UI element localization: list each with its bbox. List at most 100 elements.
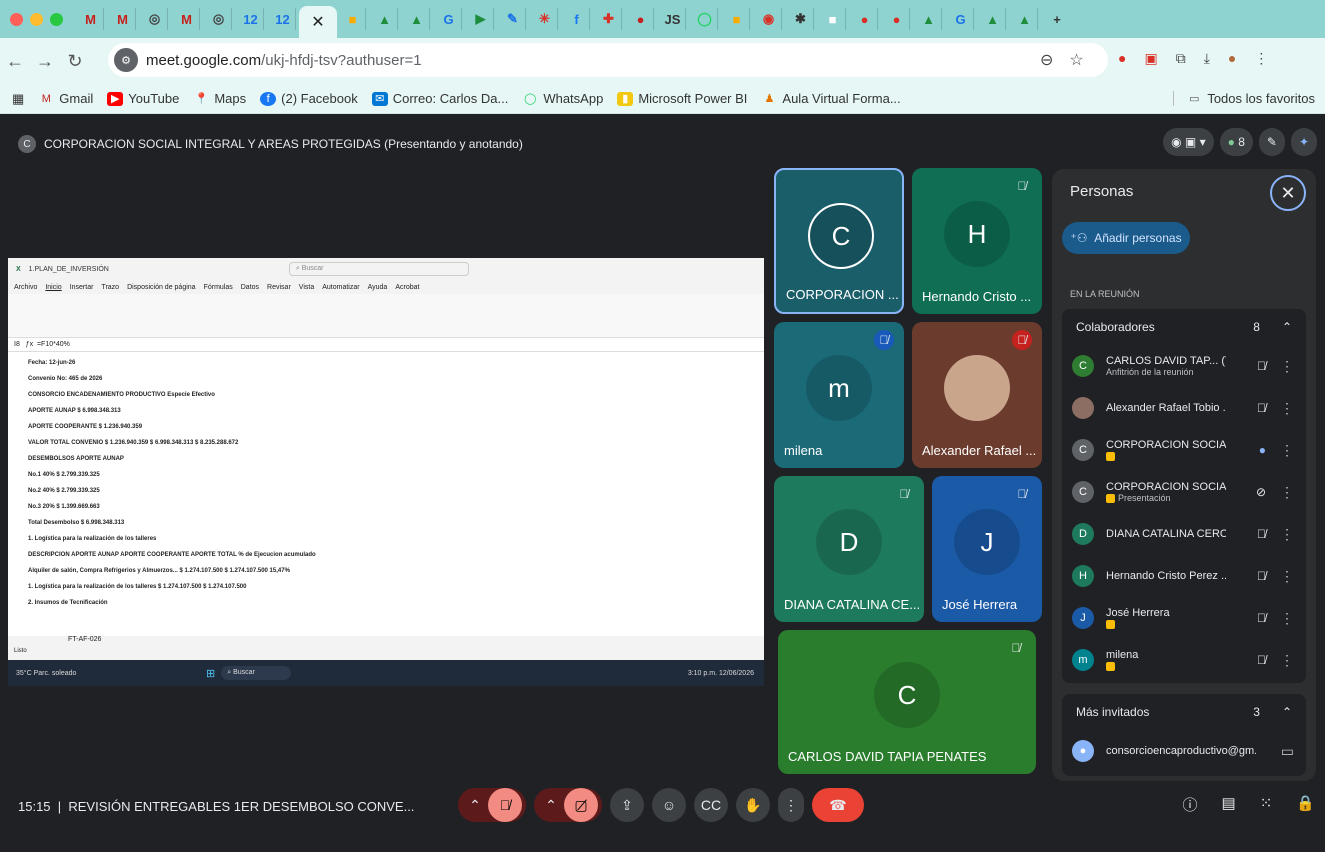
tab-5[interactable]: ◎: [206, 8, 232, 30]
tab-gmail[interactable]: M: [78, 8, 104, 30]
effects-button[interactable]: ✎: [1258, 128, 1285, 156]
more-options-button[interactable]: ⋮: [778, 788, 804, 822]
excel-search[interactable]: ⌕ Buscar: [288, 262, 469, 276]
guest-row[interactable]: ● consorcioencaproductivo@gm... ▭: [1062, 730, 1306, 772]
back-icon[interactable]: ←: [0, 51, 30, 72]
all-bookmarks[interactable]: ▭ Todos los favoritos: [1173, 91, 1315, 106]
sheet-tab[interactable]: FT-AF-026: [68, 636, 101, 643]
host-controls-icon[interactable]: 🔒: [1296, 794, 1315, 815]
tab-25[interactable]: ●: [852, 8, 878, 30]
bookmark-gmail[interactable]: M Gmail: [38, 91, 94, 106]
more-guests-header[interactable]: Más invitados 3 ⌃: [1062, 694, 1306, 730]
tab-24[interactable]: ■: [820, 8, 846, 30]
bookmark-powerbi[interactable]: ▮ Microsoft Power BI: [617, 91, 747, 106]
participants-indicator[interactable]: ● 8: [1219, 128, 1253, 156]
add-people-button[interactable]: ⁺⚇ Añadir personas: [1062, 222, 1190, 254]
url-bar[interactable]: ⚙ meet.google.com /ukj-hfdj-tsv?authuser…: [108, 43, 1108, 77]
close-panel-button[interactable]: ✕: [1270, 175, 1306, 211]
tab-26[interactable]: ●: [884, 8, 910, 30]
excel-menu-item[interactable]: Vista: [299, 284, 314, 291]
tab-calendar-2[interactable]: 12: [270, 8, 296, 30]
participant-row[interactable]: m milena 🎙̸ ⋮: [1062, 639, 1306, 681]
tab-30[interactable]: ▲: [1012, 8, 1038, 30]
tab-whatsapp[interactable]: ◯: [692, 8, 718, 30]
reload-icon[interactable]: ↻: [60, 51, 90, 72]
video-tile[interactable]: C CORPORACION ...: [774, 168, 904, 314]
bookmark-maps[interactable]: 📍 Maps: [193, 91, 246, 106]
camera-off-icon[interactable]: ▢̸: [564, 788, 598, 822]
download-icon[interactable]: ⤓: [1204, 50, 1210, 67]
excel-menu-item[interactable]: Inicio: [45, 284, 61, 291]
bookmark-facebook[interactable]: f (2) Facebook: [260, 91, 358, 106]
bookmark-star-icon[interactable]: ☆: [1069, 50, 1083, 70]
record-layout-button[interactable]: ◉ ▣ ▾: [1163, 128, 1214, 156]
participant-more-icon[interactable]: ⋮: [1280, 400, 1294, 417]
excel-menu-item[interactable]: Insertar: [70, 284, 94, 291]
site-info-icon[interactable]: ⚙: [114, 48, 138, 72]
excel-menu-item[interactable]: Revisar: [267, 284, 291, 291]
gemini-button[interactable]: ✦: [1290, 128, 1317, 156]
participant-row[interactable]: Alexander Rafael Tobio ... 🎙̸ ⋮: [1062, 387, 1306, 429]
collaborators-header[interactable]: Colaboradores 8 ⌃: [1062, 309, 1306, 345]
presentation-chip[interactable]: C CORPORACION SOCIAL INTEGRAL Y AREAS PR…: [18, 135, 523, 153]
participant-row[interactable]: D DIANA CATALINA CERO... 🎙̸ ⋮: [1062, 513, 1306, 555]
tab-calendar[interactable]: 12: [238, 8, 264, 30]
captions-button[interactable]: CC: [694, 788, 728, 822]
participant-more-icon[interactable]: ⋮: [1280, 442, 1294, 459]
excel-menu-item[interactable]: Automatizar: [322, 284, 359, 291]
excel-menu-item[interactable]: Acrobat: [395, 284, 419, 291]
video-tile[interactable]: m milena 🎙̸: [774, 322, 904, 468]
video-tile[interactable]: Alexander Rafael ... 🎙̸: [912, 322, 1042, 468]
tab-facebook[interactable]: f: [564, 8, 590, 30]
camera-options-chevron-icon[interactable]: ⌃: [538, 797, 564, 814]
raise-hand-button[interactable]: ✋: [736, 788, 770, 822]
participant-more-icon[interactable]: ⋮: [1280, 484, 1294, 501]
tab-slides[interactable]: ■: [340, 8, 366, 30]
tab-18[interactable]: ●: [628, 8, 654, 30]
tab-3[interactable]: ◎: [142, 8, 168, 30]
video-tile[interactable]: C CARLOS DAVID TAPIA PENATES 🎙̸: [778, 630, 1036, 774]
present-screen-button[interactable]: ⇪: [610, 788, 644, 822]
adblock-icon[interactable]: ●: [1118, 50, 1126, 67]
excel-menu-item[interactable]: Archivo: [14, 284, 37, 291]
tab-21[interactable]: ■: [724, 8, 750, 30]
tab-gmail-3[interactable]: M: [174, 8, 200, 30]
bookmark-outlook[interactable]: ✉ Correo: Carlos Da...: [371, 91, 508, 106]
tab-17[interactable]: ✚: [596, 8, 622, 30]
leave-call-button[interactable]: ☎: [812, 788, 864, 822]
excel-menu-item[interactable]: Disposición de página: [127, 284, 196, 291]
extensions-icon[interactable]: ⧉: [1176, 50, 1186, 67]
video-tile[interactable]: D DIANA CATALINA CE... 🎙̸: [774, 476, 924, 622]
participant-more-icon[interactable]: ⋮: [1280, 358, 1294, 375]
participant-row[interactable]: J José Herrera 🎙̸ ⋮: [1062, 597, 1306, 639]
apps-grid-icon[interactable]: ▦: [12, 91, 24, 107]
participant-row[interactable]: C CORPORACION SOCIA... Presentación ⊘ ⋮: [1062, 471, 1306, 513]
mic-options-chevron-icon[interactable]: ⌃: [462, 797, 488, 814]
excel-menu-item[interactable]: Fórmulas: [204, 284, 233, 291]
bookmark-aula-virtual[interactable]: ♟ Aula Virtual Forma...: [761, 91, 900, 106]
zoom-icon[interactable]: ⊖: [1040, 50, 1053, 70]
extension-red-icon[interactable]: ▣: [1144, 50, 1157, 67]
reactions-button[interactable]: ☺: [652, 788, 686, 822]
video-tile[interactable]: J José Herrera 🎙̸: [932, 476, 1042, 622]
participant-more-icon[interactable]: ⋮: [1280, 610, 1294, 627]
tab-23[interactable]: ✱: [788, 8, 814, 30]
participant-row[interactable]: C CORPORACION SOCIA... ● ⋮: [1062, 429, 1306, 471]
tab-google-2[interactable]: G: [948, 8, 974, 30]
tab-29[interactable]: ▲: [980, 8, 1006, 30]
participant-more-icon[interactable]: ⋮: [1280, 652, 1294, 669]
tab-27[interactable]: ▲: [916, 8, 942, 30]
activities-icon[interactable]: ⁙: [1260, 794, 1273, 815]
tab-15[interactable]: ✳: [532, 8, 558, 30]
tab-meet[interactable]: ▶: [468, 8, 494, 30]
excel-menu-item[interactable]: Ayuda: [368, 284, 388, 291]
mic-off-icon[interactable]: 🎙̸: [488, 788, 522, 822]
tab-drive[interactable]: ▲: [372, 8, 398, 30]
close-window-button[interactable]: [10, 12, 23, 26]
new-tab-button[interactable]: +: [1044, 8, 1070, 30]
bookmark-whatsapp[interactable]: ◯ WhatsApp: [522, 91, 603, 106]
zoom-window-button[interactable]: [50, 12, 63, 26]
participant-more-icon[interactable]: ⋮: [1280, 526, 1294, 543]
bookmark-youtube[interactable]: ▶ YouTube: [107, 91, 179, 106]
excel-menu-item[interactable]: Trazo: [101, 284, 119, 291]
